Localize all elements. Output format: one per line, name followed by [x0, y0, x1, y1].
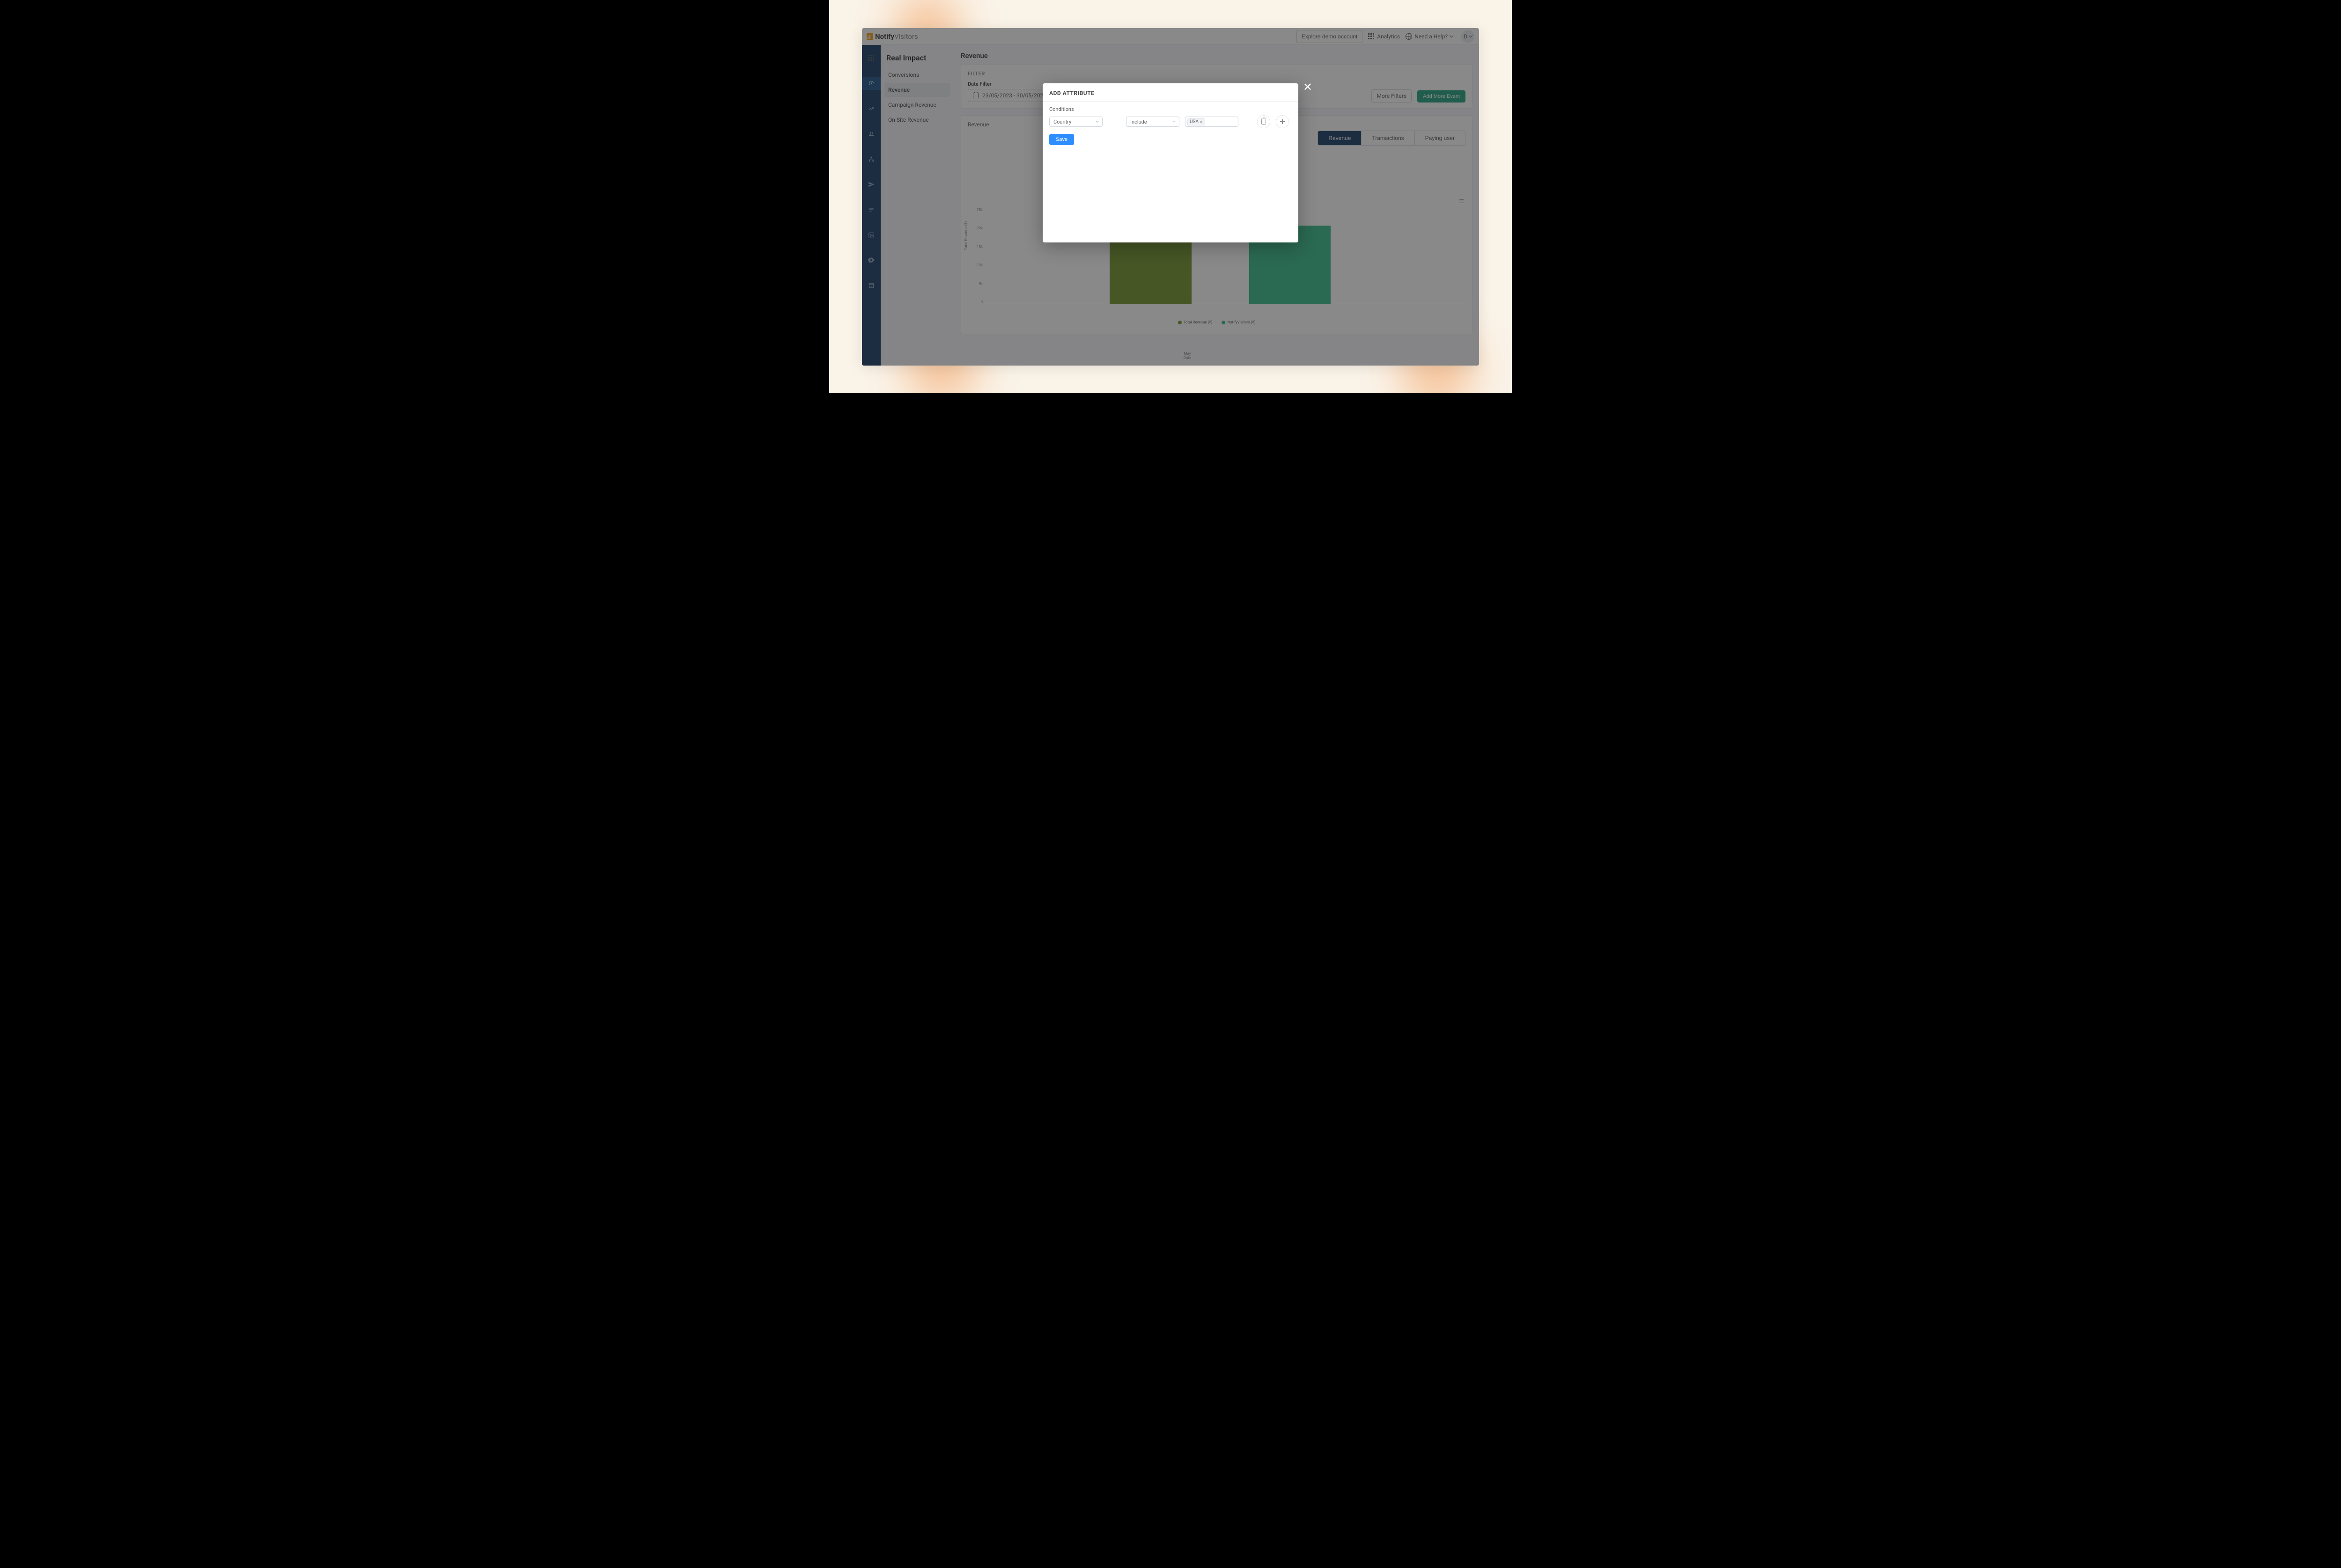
add-condition-button[interactable] [1276, 115, 1289, 128]
trash-icon [1261, 119, 1266, 125]
conditions-label: Conditions [1049, 106, 1292, 112]
app-window: NotifyVisitors Explore demo account Anal… [862, 28, 1479, 366]
value-tag: USA ✕ [1187, 118, 1205, 125]
value-tag-input[interactable]: USA ✕ [1185, 117, 1238, 127]
modal-wrap: ✕ ADD ATTRIBUTE Conditions Country Inclu… [862, 28, 1479, 366]
chevron-down-icon [1096, 119, 1099, 123]
attribute-select[interactable]: Country [1049, 117, 1103, 127]
save-button[interactable]: Save [1049, 134, 1074, 145]
modal-close-button[interactable]: ✕ [1303, 81, 1312, 94]
delete-condition-button[interactable] [1257, 115, 1270, 128]
condition-row: Country Include USA ✕ [1049, 115, 1292, 128]
tag-remove-icon[interactable]: ✕ [1200, 120, 1203, 124]
chevron-down-icon [1172, 119, 1176, 123]
modal-title: ADD ATTRIBUTE [1049, 90, 1292, 96]
add-attribute-modal: ✕ ADD ATTRIBUTE Conditions Country Inclu… [1043, 83, 1298, 242]
tag-text: USA [1190, 119, 1199, 125]
plus-icon [1280, 119, 1285, 124]
operator-select-value: Include [1130, 119, 1147, 125]
attribute-select-value: Country [1053, 119, 1071, 125]
operator-select[interactable]: Include [1126, 117, 1179, 127]
